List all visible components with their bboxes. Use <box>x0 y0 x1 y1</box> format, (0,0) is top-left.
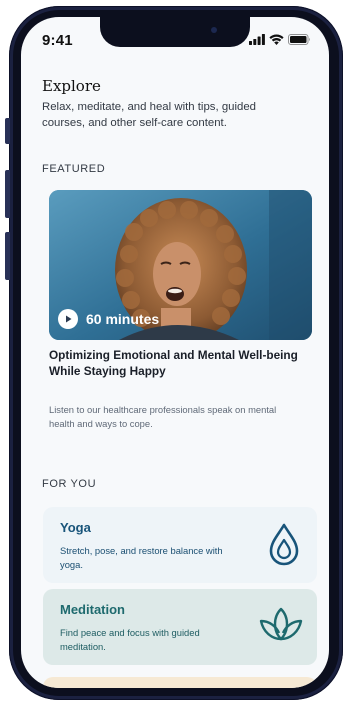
play-icon[interactable] <box>58 309 78 329</box>
duration-overlay: 60 minutes <box>58 309 159 329</box>
water-drop-icon <box>269 523 299 566</box>
signal-icon <box>249 33 265 45</box>
notch <box>100 17 250 47</box>
featured-media-thumbnail[interactable]: 60 minutes <box>49 190 312 340</box>
featured-title[interactable]: Optimizing Emotional and Mental Well-bei… <box>49 347 314 379</box>
featured-section-label: FEATURED <box>42 163 106 175</box>
play-triangle <box>66 315 72 323</box>
phone-screen: 9:41 Explore Relax, meditate, and heal w… <box>21 17 329 688</box>
battery-icon <box>288 33 310 45</box>
card-description: Find peace and focus with guided meditat… <box>60 627 200 652</box>
card-description: Stretch, pose, and restore balance with … <box>60 545 223 570</box>
card-title: Yoga <box>60 520 91 535</box>
page-title: Explore <box>42 77 101 95</box>
card-title: Meditation <box>60 602 125 617</box>
volume-down-button <box>5 232 10 280</box>
duration-label: 60 minutes <box>86 311 160 327</box>
page: 9:41 Explore Relax, meditate, and heal w… <box>0 0 346 707</box>
for-you-section-label: FOR YOU <box>42 478 97 490</box>
status-time: 9:41 <box>42 32 73 49</box>
volume-up-button <box>5 170 10 218</box>
featured-description: Listen to our healthcare professionals s… <box>49 404 277 429</box>
wifi-icon <box>269 34 284 45</box>
silent-switch <box>5 118 10 144</box>
card-next-peek[interactable] <box>43 677 317 688</box>
page-description: Relax, meditate, and heal with tips, gui… <box>42 101 257 129</box>
status-icons <box>249 32 311 46</box>
camera-icon <box>211 27 217 33</box>
card-meditation[interactable]: Meditation Find peace and focus with gui… <box>43 589 317 665</box>
lotus-icon <box>259 607 303 641</box>
card-yoga[interactable]: Yoga Stretch, pose, and restore balance … <box>43 507 317 583</box>
